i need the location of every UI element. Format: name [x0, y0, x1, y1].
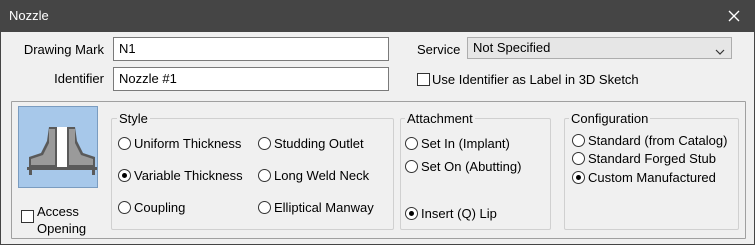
- style-group-title: Style: [117, 111, 150, 126]
- nozzle-cross-section-icon: [27, 127, 97, 175]
- radio-indicator: [572, 134, 585, 147]
- radio-label: Insert (Q) Lip: [421, 206, 497, 221]
- service-dropdown[interactable]: Not Specified: [467, 37, 732, 59]
- style-long-weld-neck-radio[interactable]: Long Weld Neck: [258, 168, 369, 183]
- style-studding-outlet-radio[interactable]: Studding Outlet: [258, 136, 364, 151]
- attachment-group-title: Attachment: [405, 111, 475, 126]
- style-uniform-thickness-radio[interactable]: Uniform Thickness: [118, 136, 241, 151]
- configuration-standard-forged-stub-radio[interactable]: Standard Forged Stub: [572, 151, 716, 166]
- service-selected-value: Not Specified: [473, 40, 551, 55]
- radio-indicator: [258, 137, 271, 150]
- identifier-field[interactable]: Nozzle #1: [113, 67, 389, 91]
- radio-label: Standard (from Catalog): [588, 133, 728, 148]
- style-elliptical-manway-radio[interactable]: Elliptical Manway: [258, 200, 374, 215]
- radio-indicator: [118, 137, 131, 150]
- configuration-standard-catalog-radio[interactable]: Standard (from Catalog): [572, 133, 727, 148]
- radio-indicator: [572, 171, 585, 184]
- radio-indicator: [118, 201, 131, 214]
- configuration-custom-manufactured-radio[interactable]: Custom Manufactured: [572, 170, 716, 185]
- radio-label: Long Weld Neck: [274, 168, 370, 183]
- dialog-body: Drawing Mark N1 Identifier Nozzle #1 Ser…: [0, 32, 755, 245]
- radio-indicator: [258, 201, 271, 214]
- attachment-set-in-radio[interactable]: Set In (Implant): [405, 136, 510, 151]
- radio-label: Studding Outlet: [274, 136, 364, 151]
- use-identifier-checkbox[interactable]: [417, 73, 430, 86]
- close-icon[interactable]: [721, 4, 747, 28]
- access-opening-label-line1: Access: [37, 204, 79, 219]
- style-variable-thickness-radio[interactable]: Variable Thickness: [118, 168, 243, 183]
- attachment-set-on-radio[interactable]: Set On (Abutting): [405, 159, 521, 174]
- radio-label: Custom Manufactured: [588, 170, 716, 185]
- title-bar: Nozzle: [0, 0, 755, 32]
- radio-label: Coupling: [134, 200, 186, 215]
- radio-indicator: [405, 160, 418, 173]
- radio-indicator: [405, 207, 418, 220]
- radio-indicator: [118, 169, 131, 182]
- nozzle-preview-image: [18, 106, 98, 188]
- radio-indicator: [258, 169, 271, 182]
- use-identifier-label: Use Identifier as Label in 3D Sketch: [432, 72, 639, 87]
- service-label: Service: [417, 42, 461, 57]
- radio-indicator: [572, 152, 585, 165]
- radio-label: Elliptical Manway: [274, 200, 374, 215]
- access-opening-checkbox[interactable]: [21, 210, 34, 223]
- radio-label: Set In (Implant): [421, 136, 510, 151]
- identifier-label: Identifier: [54, 71, 104, 86]
- configuration-group-title: Configuration: [569, 111, 651, 126]
- style-coupling-radio[interactable]: Coupling: [118, 200, 185, 215]
- radio-label: Set On (Abutting): [421, 159, 522, 174]
- window-title: Nozzle: [9, 8, 49, 23]
- radio-label: Standard Forged Stub: [588, 151, 716, 166]
- radio-label: Uniform Thickness: [134, 136, 242, 151]
- access-opening-label-line2: Opening: [37, 221, 87, 236]
- attachment-insert-lip-radio[interactable]: Insert (Q) Lip: [405, 206, 497, 221]
- radio-label: Variable Thickness: [134, 168, 243, 183]
- drawing-mark-label: Drawing Mark: [23, 42, 104, 57]
- chevron-down-icon: [715, 44, 725, 55]
- radio-indicator: [405, 137, 418, 150]
- drawing-mark-field[interactable]: N1: [113, 37, 389, 61]
